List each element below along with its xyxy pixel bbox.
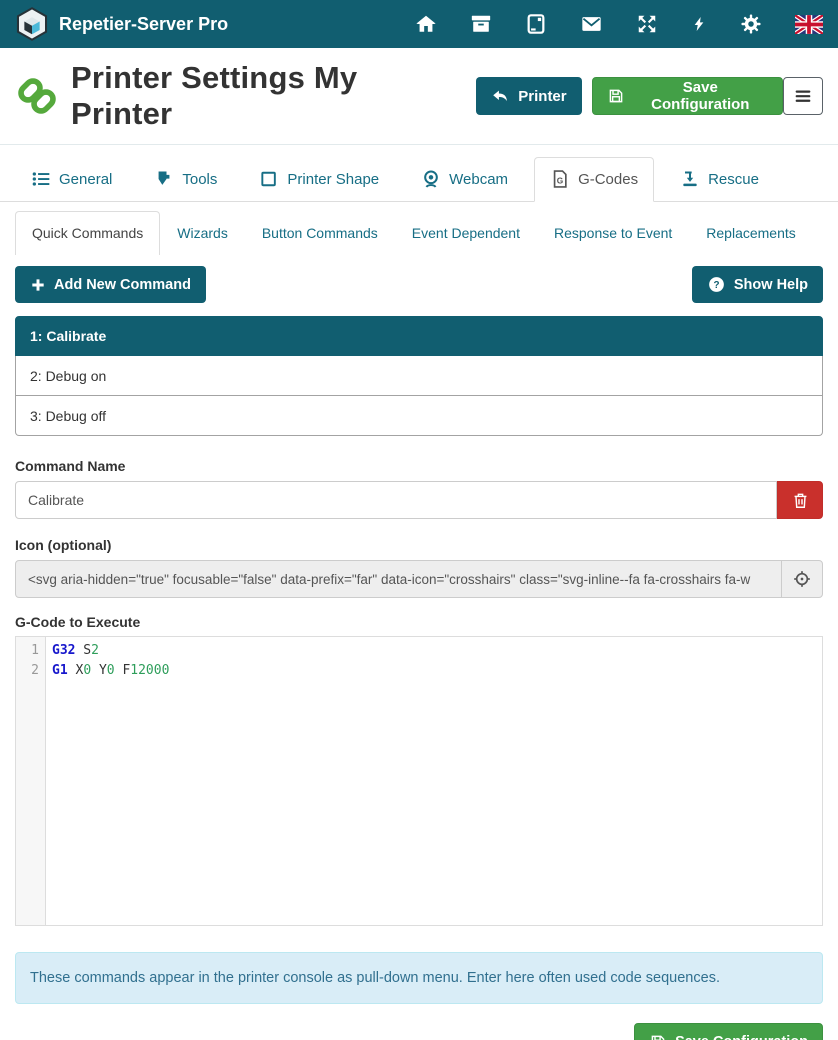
- navbar-icon-group: [415, 13, 823, 35]
- rescue-icon: [680, 169, 700, 189]
- tab-label: Rescue: [708, 171, 759, 188]
- save-configuration-button-bottom[interactable]: Save Configuration: [634, 1023, 823, 1040]
- subtab-button-commands[interactable]: Button Commands: [245, 211, 395, 255]
- delete-command-button[interactable]: [777, 481, 823, 519]
- menu-button[interactable]: [783, 77, 823, 115]
- list-item-label: 2: Debug on: [30, 368, 106, 384]
- back-arrow-icon: [491, 87, 510, 106]
- svg-text:?: ?: [713, 280, 719, 291]
- save-icon: [607, 87, 625, 105]
- printer-icon[interactable]: [525, 13, 547, 35]
- plus-icon: [30, 277, 46, 293]
- icon-input[interactable]: [15, 560, 782, 598]
- info-message: These commands appear in the printer con…: [15, 952, 823, 1004]
- tab-label: Webcam: [449, 171, 508, 188]
- global-settings-gear-icon[interactable]: [740, 13, 762, 35]
- printer-button[interactable]: Printer: [476, 77, 581, 115]
- gcodes-subtabs: Quick Commands Wizards Button Commands E…: [0, 211, 838, 255]
- list-item-debug-on[interactable]: 2: Debug on: [15, 356, 823, 396]
- subtab-label: Quick Commands: [32, 225, 143, 241]
- list-icon: [31, 169, 51, 189]
- tab-printer-shape[interactable]: Printer Shape: [243, 157, 395, 202]
- code-line: G1 X0 Y0 F12000: [52, 661, 822, 681]
- tab-label: G-Codes: [578, 171, 638, 188]
- subtab-replacements[interactable]: Replacements: [689, 211, 813, 255]
- line-number: 2: [16, 661, 45, 681]
- list-item-label: 3: Debug off: [30, 408, 106, 424]
- save-configuration-label: Save Configuration: [633, 79, 768, 113]
- home-icon[interactable]: [415, 13, 437, 35]
- show-help-button[interactable]: ? Show Help: [692, 266, 823, 303]
- editor-code-area[interactable]: G32 S2 G1 X0 Y0 F12000: [46, 637, 822, 925]
- icon-optional-label: Icon (optional): [15, 537, 823, 553]
- show-help-label: Show Help: [734, 277, 808, 293]
- repetier-logo-icon: [15, 7, 49, 41]
- trash-icon: [791, 491, 810, 510]
- svg-text:G: G: [557, 176, 563, 186]
- power-icon[interactable]: [691, 13, 707, 35]
- line-number: 1: [16, 641, 45, 661]
- quick-command-list: 1: Calibrate 2: Debug on 3: Debug off: [15, 316, 823, 436]
- messages-icon[interactable]: [580, 13, 603, 35]
- list-item-debug-off[interactable]: 3: Debug off: [15, 396, 823, 436]
- subtab-wizards[interactable]: Wizards: [160, 211, 245, 255]
- language-flag-icon[interactable]: [795, 15, 823, 34]
- crosshairs-icon: [781, 560, 823, 598]
- square-icon: [259, 169, 279, 189]
- chain-link-icon: [15, 74, 59, 118]
- subtab-event-dependent[interactable]: Event Dependent: [395, 211, 537, 255]
- extruder-icon: [154, 169, 174, 189]
- brand[interactable]: Repetier-Server Pro: [15, 7, 228, 41]
- command-name-group: [15, 481, 823, 519]
- subtab-label: Response to Event: [554, 225, 672, 241]
- tab-general[interactable]: General: [15, 157, 128, 202]
- tab-label: Tools: [182, 171, 217, 188]
- subtab-response-to-event[interactable]: Response to Event: [537, 211, 689, 255]
- fullscreen-icon[interactable]: [636, 13, 658, 35]
- subtab-label: Button Commands: [262, 225, 378, 241]
- print-jobs-icon[interactable]: [470, 13, 492, 35]
- subtab-quick-commands[interactable]: Quick Commands: [15, 211, 160, 255]
- gcode-to-execute-label: G-Code to Execute: [15, 614, 823, 630]
- gcode-editor[interactable]: 1 2 G32 S2 G1 X0 Y0 F12000: [15, 636, 823, 926]
- editor-line-numbers: 1 2: [16, 637, 46, 925]
- list-item-calibrate[interactable]: 1: Calibrate: [15, 316, 823, 356]
- subtab-label: Replacements: [706, 225, 796, 241]
- printer-settings-tabs: General Tools Printer Shape Webcam: [0, 157, 838, 202]
- tab-label: General: [59, 171, 112, 188]
- save-configuration-label: Save Configuration: [675, 1034, 808, 1040]
- page-title: Printer Settings My Printer: [71, 60, 462, 132]
- tab-rescue[interactable]: Rescue: [664, 157, 775, 202]
- add-new-command-label: Add New Command: [54, 277, 191, 293]
- top-navbar: Repetier-Server Pro: [0, 0, 838, 48]
- printer-button-label: Printer: [518, 88, 566, 105]
- gcode-file-icon: G: [550, 169, 570, 189]
- save-configuration-button-top[interactable]: Save Configuration: [592, 77, 783, 115]
- command-name-input[interactable]: [15, 481, 777, 519]
- tab-gcodes[interactable]: G G-Codes: [534, 157, 654, 202]
- icon-group: [15, 560, 823, 598]
- tab-label: Printer Shape: [287, 171, 379, 188]
- tab-tools[interactable]: Tools: [138, 157, 233, 202]
- add-new-command-button[interactable]: Add New Command: [15, 266, 206, 303]
- webcam-icon: [421, 169, 441, 189]
- list-item-label: 1: Calibrate: [30, 328, 106, 344]
- tab-webcam[interactable]: Webcam: [405, 157, 524, 202]
- command-name-label: Command Name: [15, 458, 823, 474]
- page-header: Printer Settings My Printer Printer Save…: [0, 48, 838, 145]
- subtab-label: Wizards: [177, 225, 228, 241]
- code-line: G32 S2: [52, 641, 822, 661]
- question-circle-icon: ?: [707, 275, 726, 294]
- subtab-label: Event Dependent: [412, 225, 520, 241]
- brand-title: Repetier-Server Pro: [59, 14, 228, 35]
- quick-commands-toolbar: Add New Command ? Show Help: [0, 266, 838, 303]
- hamburger-icon: [792, 85, 814, 107]
- save-icon: [649, 1033, 667, 1040]
- footer: Save Configuration: [15, 1023, 823, 1040]
